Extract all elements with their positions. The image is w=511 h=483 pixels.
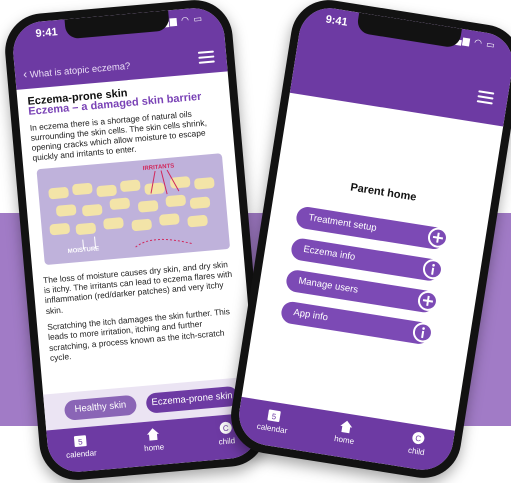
back-label: What is atopic eczema? <box>29 60 131 81</box>
nav-child-label: child <box>218 436 236 447</box>
app-info-label: App info <box>292 307 329 324</box>
menu-icon[interactable] <box>476 90 495 105</box>
eczema-info-label: Eczema info <box>302 243 356 263</box>
calendar-icon: 5 <box>73 435 87 448</box>
tab-healthy-skin[interactable]: Healthy skin <box>63 394 138 421</box>
nav-home-label: home <box>143 442 165 454</box>
nav-home[interactable]: home <box>319 416 372 449</box>
plus-icon <box>427 227 448 248</box>
calendar-icon: 5 <box>267 409 281 422</box>
article-body: Eczema-prone skin Eczema – a damaged ski… <box>27 80 242 369</box>
plus-icon <box>417 290 438 311</box>
status-time: 9:41 <box>324 13 349 29</box>
article-paragraph-3: Scratching the itch damages the skin fur… <box>46 306 231 363</box>
nav-home-label: home <box>333 433 355 447</box>
back-button[interactable]: ‹ What is atopic eczema? <box>23 58 131 81</box>
irritant-arrows-icon <box>82 169 194 250</box>
manage-users-label: Manage users <box>297 275 359 296</box>
child-avatar-icon: C <box>412 432 425 445</box>
bottom-nav: 5 calendar home C child <box>234 396 455 475</box>
phone-article: 9:41 ▂▄▆ ◠ ▭ ‹ What is atopic eczema? Ec… <box>2 0 270 483</box>
svg-text:C: C <box>222 424 229 433</box>
nav-calendar[interactable]: 5 calendar <box>55 431 107 460</box>
article-screen: 9:41 ▂▄▆ ◠ ▭ ‹ What is atopic eczema? Ec… <box>10 5 262 475</box>
status-time: 9:41 <box>35 26 59 40</box>
nav-home[interactable]: home <box>127 425 179 454</box>
info-icon <box>422 259 443 280</box>
skin-barrier-diagram: IRRITANTS MOISTURE <box>36 152 231 265</box>
nav-calendar-label: calendar <box>256 421 288 436</box>
nav-calendar-label: calendar <box>65 448 98 460</box>
treatment-setup-label: Treatment setup <box>307 212 378 234</box>
tab-eczema-prone-skin[interactable]: Eczema-prone skin <box>145 385 239 414</box>
home-icon <box>340 420 353 434</box>
nav-child-label: child <box>407 445 426 458</box>
home-icon <box>147 428 159 441</box>
nav-calendar[interactable]: 5 calendar <box>247 404 300 437</box>
nav-child[interactable]: C child <box>391 427 444 460</box>
menu-icon[interactable] <box>197 50 215 64</box>
info-icon <box>412 322 433 343</box>
chevron-left-icon: ‹ <box>22 66 28 82</box>
